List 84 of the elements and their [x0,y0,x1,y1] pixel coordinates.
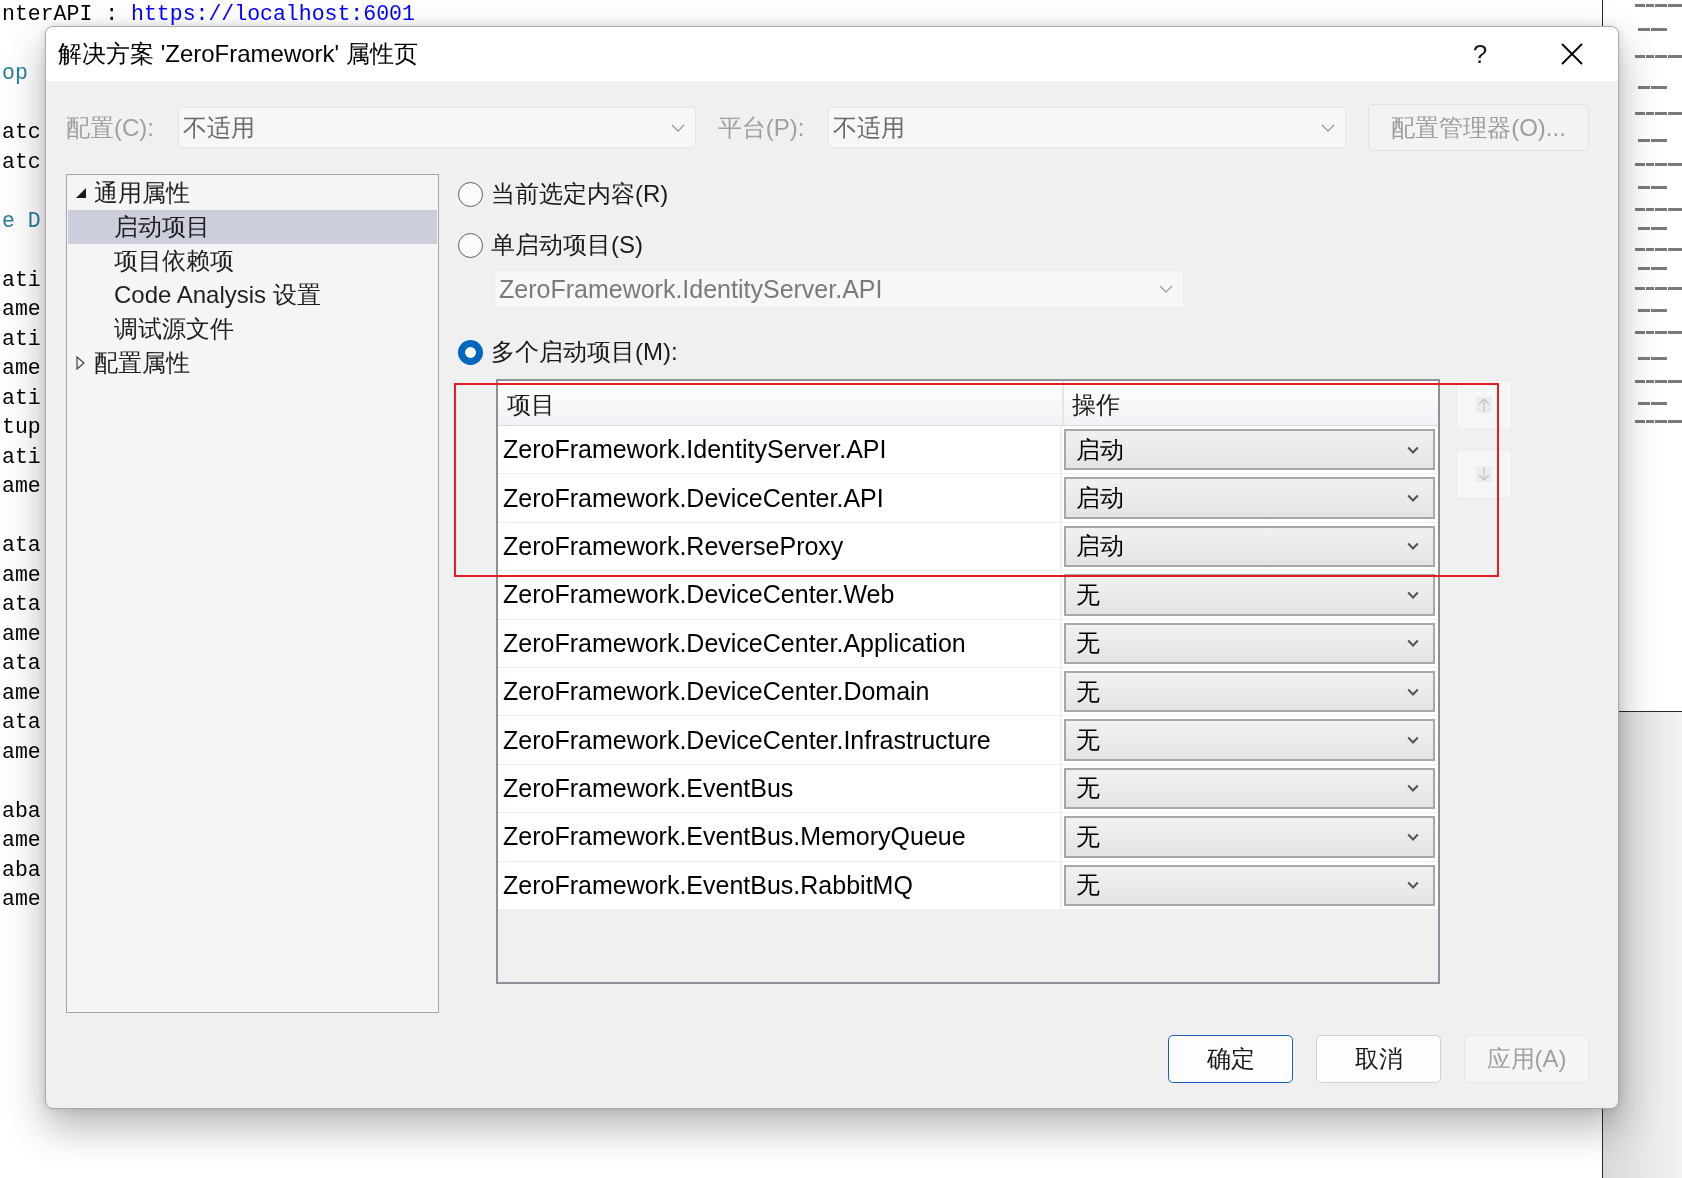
action-dropdown[interactable]: 无 [1064,622,1435,664]
code-line: aba [1,798,41,823]
code-line: ati [1,326,41,351]
code-line: ame [1,474,41,498]
dialog-title: 解决方案 'ZeroFramework' 属性页 [58,39,418,69]
code-line: op [1,61,28,85]
action-dropdown[interactable]: 无 [1064,574,1435,616]
column-header: 操作 [1062,381,1438,425]
field-label: 平台(P): [717,112,806,143]
code-line: ame [1,680,41,705]
url-link[interactable]: https://localhost:6001 [131,2,415,26]
move-up-button[interactable] [1456,380,1512,430]
collapse-arrow-icon[interactable] [76,188,86,198]
action-dropdown[interactable]: 启动 [1064,477,1435,519]
code-line: ati [1,267,41,292]
code-line: ata [1,710,41,734]
radio-button[interactable] [458,339,483,365]
action-dropdown[interactable]: 无 [1064,816,1435,858]
chevron-down-icon [1407,590,1419,599]
radio-label[interactable]: 单启动项目(S) [491,229,643,261]
chevron-down-icon [1321,123,1335,132]
code-line: ame [1,887,41,911]
code-line: ame [1,297,41,321]
code-line: tup [1,415,41,439]
action-dropdown[interactable]: 无 [1064,719,1435,761]
tree-item[interactable]: 通用属性 [68,176,437,210]
tree-item[interactable]: 配置属性 [68,346,437,380]
chevron-down-icon [1407,736,1419,745]
action-dropdown[interactable]: 无 [1064,767,1435,810]
move-down-button[interactable] [1456,449,1512,499]
code-line: ata [1,533,41,557]
code-line: ame [1,562,41,587]
tree-item[interactable]: 启动项目 [68,210,437,244]
table-cell: ZeroFramework.EventBus.RabbitMQ [498,861,1062,910]
chevron-down-icon [1407,832,1419,841]
chevron-down-icon [1407,784,1419,793]
radio-label[interactable]: 当前选定内容(R) [491,178,669,210]
radio-label[interactable]: 多个启动项目(M): [491,336,678,368]
chevron-down-icon [1407,639,1419,648]
table-cell: ZeroFramework.DeviceCenter.Domain [498,667,1062,717]
dialog-button[interactable]: 确定 [1168,1035,1293,1083]
code-line: ame [1,356,41,380]
table-cell: ZeroFramework.ReverseProxy [498,522,1062,572]
chevron-down-icon [1159,285,1173,293]
action-dropdown[interactable]: 无 [1064,670,1435,713]
chevron-down-icon [1407,881,1419,890]
help-button[interactable]: ? [1445,27,1515,81]
table-cell: ZeroFramework.DeviceCenter.API [498,474,1062,523]
chevron-down-icon [1407,687,1419,696]
chevron-down-icon [670,123,685,132]
column-header: 项目 [498,381,1062,425]
code-line: atc [1,120,41,144]
code-line: ati [1,385,41,410]
code-line: ata [1,592,41,616]
radio-button[interactable] [458,181,483,207]
expand-arrow-icon[interactable] [76,356,85,370]
action-dropdown[interactable]: 启动 [1064,525,1435,568]
tree-item[interactable]: 调试源文件 [68,312,437,346]
chevron-down-icon [1407,494,1419,503]
code-line: ame [1,621,41,646]
code-line: ati [1,444,41,469]
field-label: 配置(C): [66,112,155,143]
tree-item[interactable]: 项目依赖项 [68,244,437,278]
code-line: ame [1,739,41,764]
table-cell: ZeroFramework.EventBus.MemoryQueue [498,813,1062,862]
code-line: e D [1,208,41,233]
chevron-down-icon [1407,445,1419,454]
close-icon [1561,43,1583,65]
code-line: nterAPI : https://localhost:6001 [1,2,415,26]
code-line: atc [1,149,41,174]
table-cell: ZeroFramework.IdentityServer.API [498,426,1062,475]
dialog-button[interactable]: 取消 [1316,1035,1441,1083]
code-line: ame [1,828,41,852]
code-line: aba [1,857,41,882]
action-dropdown[interactable]: 无 [1064,864,1435,906]
table-cell: ZeroFramework.DeviceCenter.Web [498,571,1062,620]
table-cell: ZeroFramework.DeviceCenter.Application [498,619,1062,668]
radio-button[interactable] [458,232,483,258]
action-dropdown[interactable]: 启动 [1064,429,1435,471]
table-cell: ZeroFramework.DeviceCenter.Infrastructure [498,716,1062,765]
table-cell: ZeroFramework.EventBus [498,764,1062,814]
tree-item[interactable]: Code Analysis 设置 [68,278,437,312]
code-line: ata [1,651,41,675]
chevron-down-icon [1407,542,1419,551]
